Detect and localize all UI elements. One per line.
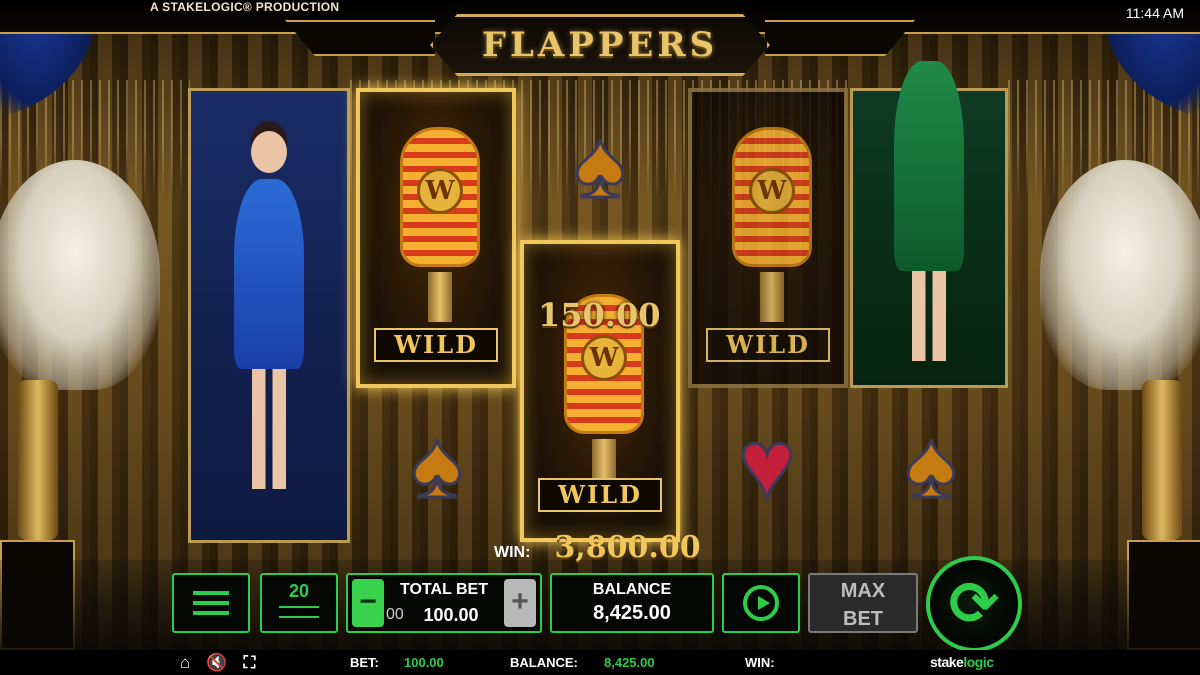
symbol-wild-reel4: W WILD <box>688 88 848 388</box>
wild-label: WILD <box>538 478 662 512</box>
gold-vase-left <box>18 380 58 540</box>
producer-credit: A STAKELOGIC® PRODUCTION <box>150 0 340 14</box>
spade-icon: ♠ <box>573 111 627 218</box>
wild-label: WILD <box>706 328 830 362</box>
game-title: FLAPPERS <box>481 25 719 65</box>
status-bet-value: 100.00 <box>404 655 444 670</box>
hamburger-icon <box>193 591 229 595</box>
total-bet-panel: − TOTAL BET 00 100.00 + <box>346 573 542 633</box>
autoplay-icon <box>743 585 779 621</box>
increase-bet-button[interactable]: + <box>504 579 536 627</box>
symbol-wild-reel2: W WILD <box>356 88 516 388</box>
menu-button[interactable] <box>172 573 250 633</box>
status-icons: ⌂ 🔇 ⛶ <box>180 653 255 673</box>
fullscreen-icon[interactable]: ⛶ <box>243 653 255 673</box>
wild-label: WILD <box>374 328 498 362</box>
status-balance-label: BALANCE: <box>510 655 578 670</box>
home-icon[interactable]: ⌂ <box>180 653 190 673</box>
paylines-count: 20 <box>288 581 310 601</box>
status-balance-value: 8,425.00 <box>604 655 655 670</box>
balance-panel: BALANCE 8,425.00 <box>550 573 714 633</box>
balance-label: BALANCE <box>592 581 672 598</box>
sound-muted-icon[interactable]: 🔇 <box>206 653 227 673</box>
symbol-wild-reel3: W WILD <box>520 240 680 542</box>
status-win-label: WIN: <box>745 655 775 670</box>
gold-vase-right <box>1142 380 1182 540</box>
max-bet-button[interactable]: MAX BET <box>808 573 918 633</box>
max-bet-label-line2: BET <box>843 608 883 630</box>
feather-plume-right <box>1040 160 1200 390</box>
flapper-figure-green <box>894 61 964 361</box>
microphone-icon: W <box>400 127 480 267</box>
autoplay-button[interactable] <box>722 573 800 633</box>
spade-icon: ♠ <box>904 411 958 518</box>
status-bet-label: BET: <box>350 655 379 670</box>
feather-plume-left <box>0 160 160 390</box>
paylines-icon <box>279 606 319 618</box>
system-clock: 11:44 AM <box>1125 5 1184 21</box>
spin-arrows-icon: ⟳ <box>948 569 1000 639</box>
flapper-figure-blue <box>234 131 304 489</box>
microphone-icon: W <box>732 127 812 267</box>
balance-value: 8,425.00 <box>593 602 671 624</box>
heart-icon: ♥ <box>737 411 797 518</box>
game-title-plate: FLAPPERS <box>430 14 770 76</box>
symbol-flapper-lady-blue <box>188 88 350 543</box>
status-bar: ⌂ 🔇 ⛶ BET: 100.00 BALANCE: 8,425.00 WIN:… <box>0 650 1200 675</box>
stakelogic-logo: stakelogic <box>930 654 994 670</box>
line-win-amount: 150.00 <box>538 296 661 334</box>
paylines-button[interactable]: 20 <box>260 573 338 633</box>
spade-icon: ♠ <box>410 411 464 518</box>
max-bet-label-line1: MAX <box>840 580 886 602</box>
spin-button[interactable]: ⟳ <box>926 556 1022 652</box>
symbol-flapper-lady-green <box>850 61 1008 388</box>
